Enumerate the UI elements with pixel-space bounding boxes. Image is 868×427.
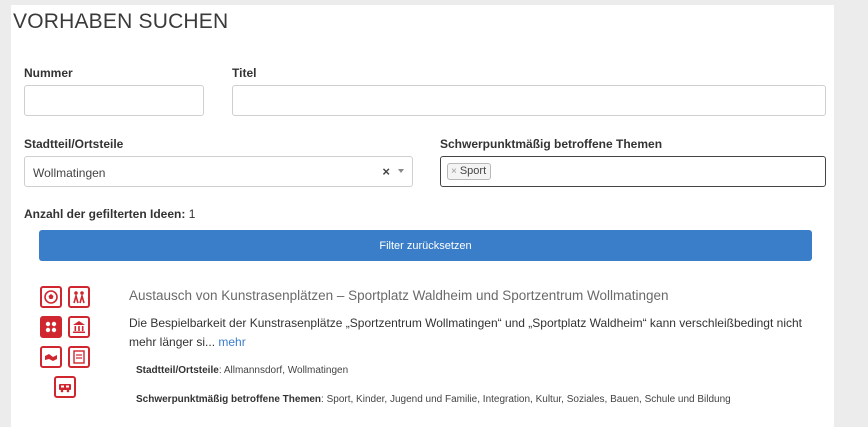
more-link[interactable]: mehr	[218, 335, 245, 349]
stadtteil-selected-value: Wollmatingen	[33, 166, 106, 180]
titel-input[interactable]	[233, 86, 825, 115]
result-title[interactable]: Austausch von Kunstrasenplätzen – Sportp…	[129, 288, 669, 303]
result-stadtteil-label: Stadtteil/Ortsteile	[136, 365, 219, 376]
result-themen-label: Schwerpunktmäßig betroffene Themen	[136, 394, 322, 405]
culture-building-icon	[68, 316, 90, 338]
clear-selection-icon[interactable]: ×	[382, 164, 390, 179]
titel-field[interactable]	[232, 85, 826, 116]
result-stadtteil-value: Allmannsdorf, Wollmatingen	[223, 365, 349, 376]
result-themen: Schwerpunktmäßig betroffene Themen: Spor…	[136, 394, 731, 405]
filtered-count-label: Anzahl der gefilterten Ideen:	[24, 207, 186, 221]
school-bus-icon	[54, 376, 76, 398]
nummer-input[interactable]	[25, 86, 203, 115]
themen-label: Schwerpunktmäßig betroffene Themen	[440, 137, 663, 151]
page-title: VORHABEN SUCHEN	[13, 10, 229, 33]
titel-label: Titel	[232, 66, 257, 80]
integration-handshake-icon	[40, 346, 62, 368]
family-icon	[40, 316, 62, 338]
result-description: Die Bespielbarkeit der Kunstrasenplätze …	[129, 314, 809, 352]
stadtteil-select[interactable]: Wollmatingen ×	[24, 156, 413, 187]
stadtteil-label: Stadtteil/Ortsteile	[24, 137, 124, 151]
themen-multiselect[interactable]: × Sport	[440, 156, 826, 187]
nummer-field[interactable]	[24, 85, 204, 116]
result-themen-value: Sport, Kinder, Jugend und Familie, Integ…	[326, 394, 731, 405]
reset-filter-button[interactable]: Filter zurücksetzen	[39, 230, 812, 261]
sport-ball-icon	[40, 286, 62, 308]
tag-remove-icon[interactable]: ×	[451, 166, 457, 177]
filtered-count-value: 1	[188, 207, 196, 221]
chevron-down-icon[interactable]	[398, 169, 404, 173]
tag-sport: × Sport	[447, 163, 492, 180]
tag-label: Sport	[459, 165, 487, 177]
result-stadtteil: Stadtteil/Ortsteile: Allmannsdorf, Wollm…	[136, 365, 349, 376]
nummer-label: Nummer	[24, 66, 73, 80]
social-document-icon	[68, 346, 90, 368]
filtered-count: Anzahl der gefilterten Ideen: 1	[24, 207, 195, 221]
children-icon	[68, 286, 90, 308]
